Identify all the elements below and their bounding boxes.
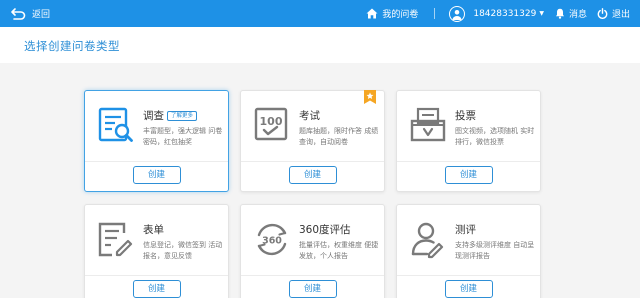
chevron-down-icon: ▼ (539, 10, 544, 17)
user-avatar-icon (449, 5, 466, 22)
survey-type-card[interactable]: 调查 了解更多 丰富题型，强大逻辑 问卷密码，红包抽奖 创建 (84, 90, 229, 192)
bell-icon (555, 8, 565, 19)
logout-button[interactable]: 退出 (597, 7, 630, 20)
card-title: 表单 (143, 224, 164, 236)
power-icon (597, 8, 608, 19)
card-description: 题库抽题，限时作答 成绩查询，自动阅卷 (299, 127, 379, 146)
assessment-type-card[interactable]: 测评 支持多级测评维度 自动呈现测评报告 创建 (396, 204, 541, 298)
vote-type-card[interactable]: 投票 图文视频，选项随机 实时排行，微信投票 创建 (396, 90, 541, 192)
back-arrow-icon (10, 7, 26, 21)
card-divider (397, 275, 540, 276)
card-divider (85, 275, 228, 276)
exam-icon: 100 (253, 105, 291, 145)
back-label: 返回 (32, 10, 51, 20)
nav-divider (434, 8, 436, 19)
form-type-card[interactable]: 表单 信息登记，微信签到 活动报名，意见反馈 创建 (84, 204, 229, 298)
my-surveys-label: 我的问卷 (382, 10, 419, 20)
svg-text:100: 100 (260, 115, 283, 128)
home-icon (366, 8, 378, 19)
star-bookmark-icon (364, 90, 376, 104)
vote-icon (409, 105, 447, 145)
account-phone: 18428331329 (473, 8, 537, 19)
title-band: 选择创建问卷类型 (0, 27, 640, 63)
header-nav: 我的问卷 18428331329 ▼ 消息 退出 (366, 0, 630, 27)
messages-link[interactable]: 消息 (555, 7, 587, 20)
card-divider (241, 275, 384, 276)
create-evaluation-button[interactable]: 创建 (288, 280, 337, 298)
create-survey-button[interactable]: 创建 (132, 166, 181, 184)
exam-type-card[interactable]: 100 考试 题库抽题，限时作答 成绩查询，自动阅卷 创建 (240, 90, 385, 192)
back-button[interactable]: 返回 (10, 5, 50, 22)
evaluation-360-type-card[interactable]: 360 360度评估 批量评估，权重维度 便捷发放，个人报告 创建 (240, 204, 385, 298)
survey-icon (97, 105, 135, 145)
card-description: 图文视频，选项随机 实时排行，微信投票 (455, 127, 535, 146)
card-description: 批量评估，权重维度 便捷发放，个人报告 (299, 241, 379, 260)
card-title: 考试 (299, 110, 320, 122)
card-description: 丰富题型，强大逻辑 问卷密码，红包抽奖 (143, 127, 223, 146)
svg-text:360: 360 (262, 236, 282, 247)
card-title: 360度评估 (299, 224, 351, 236)
create-exam-button[interactable]: 创建 (288, 166, 337, 184)
card-divider (85, 161, 228, 162)
account-menu[interactable]: 18428331329 ▼ (449, 5, 544, 22)
card-divider (241, 161, 384, 162)
page-title: 选择创建问卷类型 (24, 39, 120, 53)
create-assessment-button[interactable]: 创建 (444, 280, 493, 298)
card-description: 信息登记，微信签到 活动报名，意见反馈 (143, 241, 223, 260)
learn-more-badge[interactable]: 了解更多 (167, 111, 198, 121)
create-vote-button[interactable]: 创建 (444, 166, 493, 184)
my-surveys-link[interactable]: 我的问卷 (366, 7, 418, 20)
card-title: 测评 (455, 224, 476, 236)
card-divider (397, 161, 540, 162)
form-icon (97, 219, 135, 259)
card-description: 支持多级测评维度 自动呈现测评报告 (455, 241, 535, 260)
card-title: 调查 (143, 110, 164, 122)
logout-label: 退出 (611, 10, 630, 20)
card-title: 投票 (455, 110, 476, 122)
top-bar: 返回 我的问卷 18428331329 ▼ 消息 退出 (0, 0, 640, 27)
assessment-icon (409, 219, 447, 259)
evaluation-360-icon: 360 (253, 219, 291, 259)
create-form-button[interactable]: 创建 (132, 280, 181, 298)
messages-label: 消息 (568, 10, 587, 20)
